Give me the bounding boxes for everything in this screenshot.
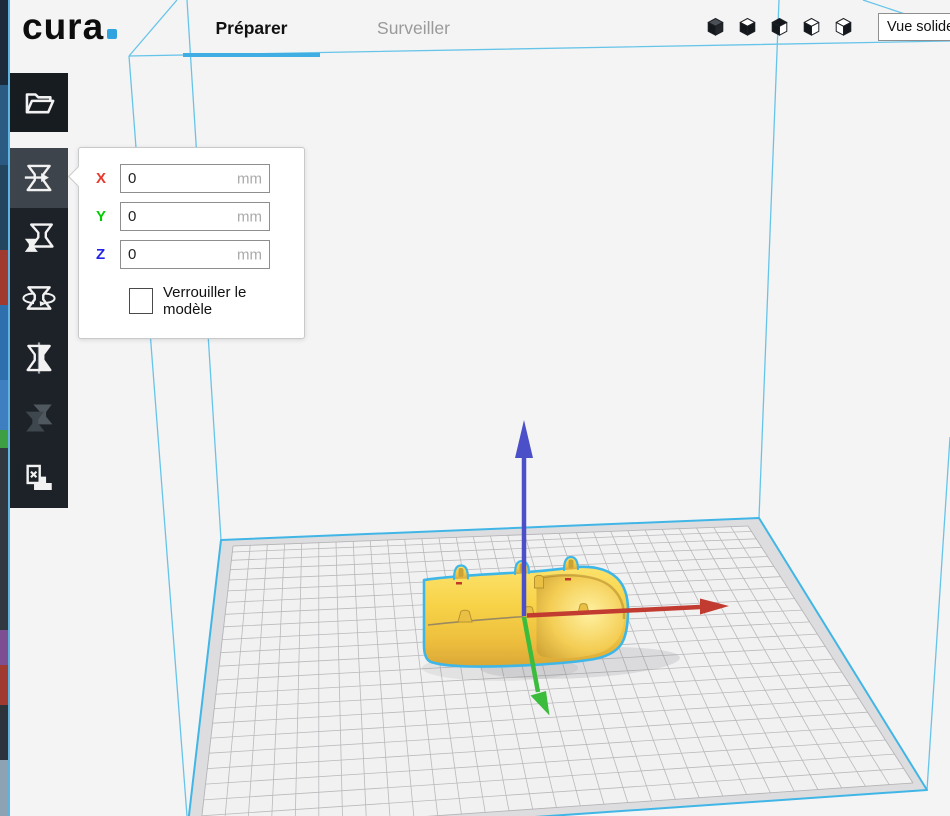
lock-model-label: Verrouiller le modèle <box>162 284 247 318</box>
y-position-input[interactable] <box>120 202 270 231</box>
x-position-input[interactable] <box>120 164 270 193</box>
camera-view-buttons <box>706 17 853 37</box>
view-left-icon[interactable] <box>802 17 821 37</box>
view-top-icon[interactable] <box>770 17 789 37</box>
z-position-row: Z mm <box>96 240 288 269</box>
tab-monitor[interactable]: Surveiller <box>345 0 482 57</box>
lock-model-row: Verrouiller le modèle <box>129 284 288 318</box>
lock-model-checkbox[interactable] <box>129 288 153 314</box>
app-logo-text: cura <box>22 6 105 47</box>
move-tool-icon <box>24 164 52 192</box>
tool-sidebar <box>10 148 68 508</box>
per-model-settings-icon <box>25 404 53 432</box>
z-position-input[interactable] <box>120 240 270 269</box>
open-file-button[interactable] <box>10 73 68 132</box>
mirror-tool-button[interactable] <box>10 328 68 388</box>
view-3d-icon[interactable] <box>706 17 725 37</box>
background-window-sliver <box>0 0 10 816</box>
view-front-icon[interactable] <box>738 17 757 37</box>
x-position-row: X mm <box>96 164 288 193</box>
scale-tool-icon <box>24 223 54 252</box>
scale-tool-button[interactable] <box>10 208 68 268</box>
rotate-tool-button[interactable] <box>10 268 68 328</box>
3d-viewport[interactable] <box>0 0 950 816</box>
view-right-icon[interactable] <box>834 17 853 37</box>
per-model-settings-button[interactable] <box>10 388 68 448</box>
stage-tabs: Préparer Surveiller <box>183 0 482 57</box>
app-logo: cura <box>22 6 118 48</box>
view-mode-value: Vue solide <box>887 19 950 35</box>
x-axis-label: X <box>96 170 107 187</box>
view-mode-dropdown[interactable]: Vue solide <box>878 13 950 41</box>
y-axis-label: Y <box>96 208 107 225</box>
logo-dot-icon <box>107 29 118 39</box>
move-tool-button[interactable] <box>10 148 68 208</box>
rotate-tool-icon <box>22 286 56 310</box>
mirror-tool-icon <box>26 342 52 374</box>
support-blocker-icon <box>26 464 52 491</box>
move-tool-panel: X mm Y mm Z mm Verrouiller le modèle <box>67 147 305 339</box>
support-blocker-button[interactable] <box>10 448 68 508</box>
z-axis-label: Z <box>96 246 106 263</box>
y-position-row: Y mm <box>96 202 288 231</box>
tab-prepare[interactable]: Préparer <box>183 0 320 57</box>
top-bar: cura Préparer Surveiller Vue solide <box>0 0 950 57</box>
folder-open-icon <box>25 92 55 113</box>
